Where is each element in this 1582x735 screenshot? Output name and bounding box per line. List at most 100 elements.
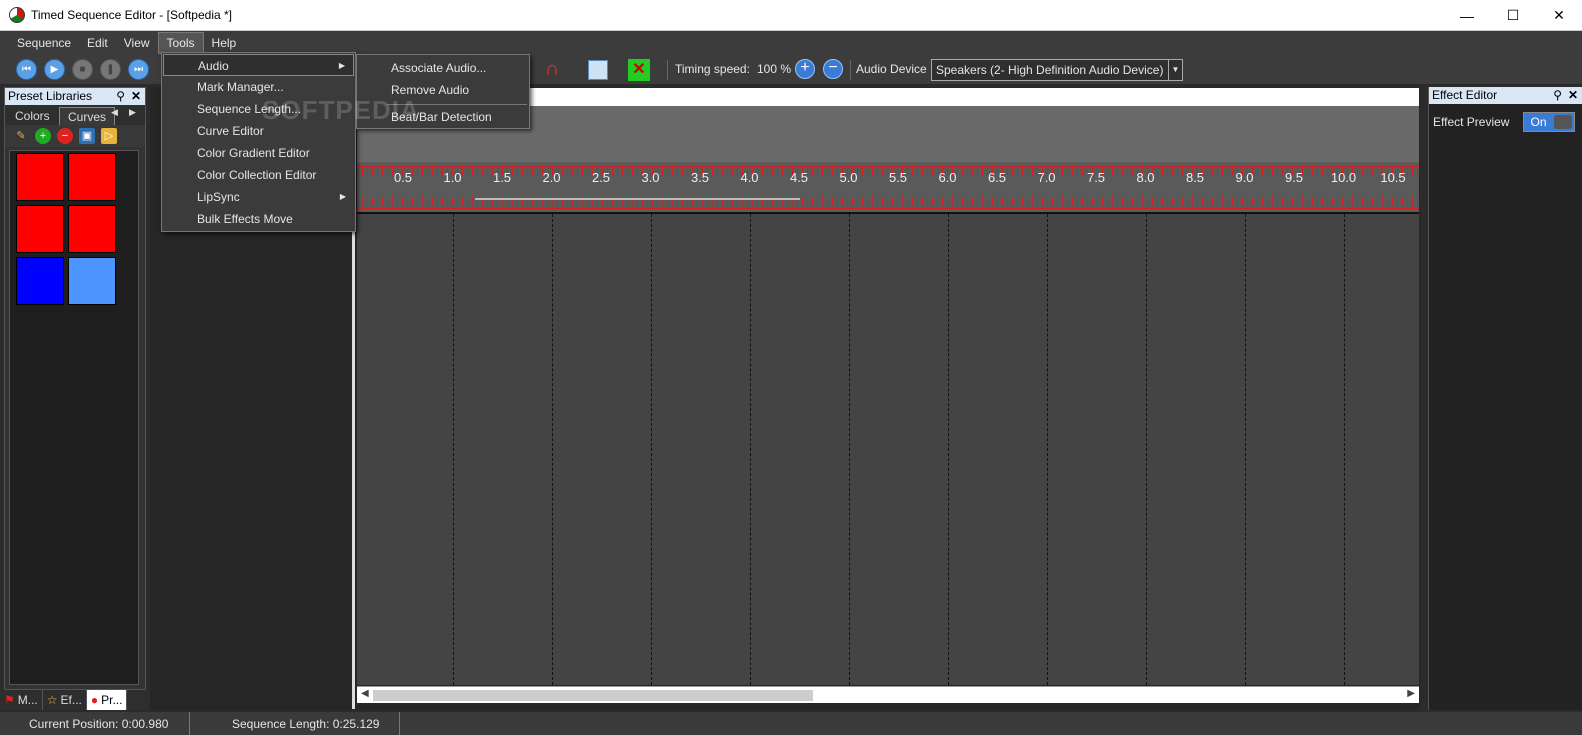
ruler-tick-label: 1.0 bbox=[443, 170, 462, 185]
color-swatch[interactable] bbox=[16, 257, 64, 305]
star-icon: ☆ bbox=[46, 693, 58, 707]
color-swatch[interactable] bbox=[68, 257, 116, 305]
grid-line bbox=[1343, 214, 1345, 685]
panel-header: Effect Editor ⚲ ✕ bbox=[1429, 87, 1582, 104]
watermark: SOFTPEDIA bbox=[262, 95, 420, 125]
color-swatch[interactable] bbox=[68, 205, 116, 253]
app-icon bbox=[9, 7, 25, 23]
menu-tools[interactable]: Tools bbox=[157, 31, 204, 54]
menu-help[interactable]: Help bbox=[204, 33, 245, 53]
grid-line bbox=[452, 214, 454, 685]
toolbar-separator bbox=[667, 60, 668, 80]
tab-effects[interactable]: ☆ Ef... bbox=[43, 690, 87, 710]
toggle-value: On bbox=[1530, 115, 1547, 129]
ruler-tick-label: 7.0 bbox=[1037, 170, 1056, 185]
ruler-tick-label: 4.0 bbox=[740, 170, 759, 185]
effect-preview-row: Effect Preview On bbox=[1429, 104, 1582, 140]
ruler-tick-label: 7.5 bbox=[1086, 170, 1106, 185]
grid-line bbox=[650, 214, 652, 685]
open-folder-icon[interactable]: ▷ bbox=[101, 128, 117, 144]
ruler-tick-label: 5.0 bbox=[839, 170, 858, 185]
render-cancel-icon[interactable]: ✕ bbox=[628, 59, 650, 81]
scroll-right-icon[interactable]: ▶ bbox=[1407, 688, 1415, 699]
menu-bar: Sequence Edit View Tools Help bbox=[0, 31, 1582, 54]
menu-item-lipsync[interactable]: LipSync ▶ bbox=[163, 186, 354, 208]
status-bar: Current Position: 0:00.980 Sequence Leng… bbox=[0, 712, 1582, 735]
ruler-tick-label: 2.0 bbox=[542, 170, 561, 185]
pin-icon[interactable]: ⚲ bbox=[1553, 87, 1562, 104]
ruler-tick-label: 0.5 bbox=[393, 170, 413, 185]
menu-item-color-gradient-editor[interactable]: Color Gradient Editor bbox=[163, 142, 354, 164]
tab-marks[interactable]: ⚑ M... bbox=[0, 690, 43, 710]
ruler-tick-label: 5.5 bbox=[888, 170, 908, 185]
tab-presets[interactable]: ● Pr... bbox=[86, 690, 128, 710]
add-icon[interactable]: + bbox=[35, 128, 51, 144]
effect-editor-panel: Effect Editor ⚲ ✕ Effect Preview On bbox=[1428, 87, 1582, 710]
minimize-icon[interactable]: — bbox=[1444, 0, 1490, 31]
tools-menu: Audio ▶ Mark Manager... Sequence Length..… bbox=[161, 52, 356, 232]
tab-colors[interactable]: Colors bbox=[7, 107, 58, 125]
color-swatch[interactable] bbox=[16, 153, 64, 201]
zoom-in-icon[interactable]: + bbox=[795, 59, 815, 79]
ruler-tick-label: 6.0 bbox=[938, 170, 957, 185]
tab-label: M... bbox=[17, 693, 38, 707]
grid-view-icon[interactable] bbox=[588, 60, 608, 80]
ruler-tick-label: 3.5 bbox=[690, 170, 710, 185]
window-title: Timed Sequence Editor - [Softpedia *] bbox=[31, 8, 232, 22]
preset-tabs: Colors Curves ◀ ▶ bbox=[5, 105, 145, 125]
close-icon[interactable]: ✕ bbox=[131, 88, 141, 105]
chevron-right-icon[interactable]: ▶ bbox=[129, 107, 136, 118]
close-icon[interactable]: ✕ bbox=[1536, 0, 1582, 31]
ruler-tick-label: 9.0 bbox=[1235, 170, 1254, 185]
menu-edit[interactable]: Edit bbox=[79, 33, 116, 53]
grid-line bbox=[848, 214, 850, 685]
grid-line bbox=[947, 214, 949, 685]
scroll-thumb[interactable] bbox=[373, 690, 813, 701]
menu-item-associate-audio[interactable]: Associate Audio... bbox=[357, 57, 529, 79]
menu-item-color-collection-editor[interactable]: Color Collection Editor bbox=[163, 164, 354, 186]
pause-icon[interactable]: ❚ bbox=[100, 59, 121, 80]
color-swatch[interactable] bbox=[16, 205, 64, 253]
effect-preview-label: Effect Preview bbox=[1433, 115, 1510, 129]
scroll-left-icon[interactable]: ◀ bbox=[361, 688, 369, 699]
ruler-tick-label: 8.0 bbox=[1136, 170, 1155, 185]
play-icon[interactable]: ▶ bbox=[44, 59, 65, 80]
ruler-tick-label: 8.5 bbox=[1185, 170, 1205, 185]
maximize-icon[interactable]: ☐ bbox=[1490, 0, 1536, 31]
ruler-line bbox=[357, 166, 1419, 167]
menu-item-audio[interactable]: Audio ▶ bbox=[163, 54, 354, 76]
app-icon: ● bbox=[90, 693, 99, 707]
remove-icon[interactable]: − bbox=[57, 128, 73, 144]
skip-end-icon[interactable]: ⏭ bbox=[128, 59, 149, 80]
chevron-down-icon[interactable]: ▼ bbox=[1168, 60, 1182, 80]
preset-libraries-panel: Preset Libraries ⚲ ✕ Colors Curves ◀ ▶ ✎… bbox=[4, 87, 146, 690]
effect-preview-toggle[interactable]: On bbox=[1523, 112, 1576, 132]
ruler-tick-label: 4.5 bbox=[789, 170, 809, 185]
rewind-icon[interactable]: ⏮ bbox=[16, 59, 37, 80]
close-icon[interactable]: ✕ bbox=[1568, 87, 1578, 104]
stop-icon[interactable]: ■ bbox=[72, 59, 93, 80]
zoom-out-icon[interactable]: − bbox=[823, 59, 843, 79]
ruler-tick-label: 2.5 bbox=[591, 170, 611, 185]
save-icon[interactable]: ▣ bbox=[79, 128, 95, 144]
grid-line bbox=[551, 214, 553, 685]
audio-device-select[interactable]: Speakers (2- High Definition Audio Devic… bbox=[931, 59, 1183, 81]
timeline[interactable]: 0.5 1.0 1.5 2.0 2.5 3.0 3.5 4.0 4.5 5.0 5.5 6.0 6.5 7… bbox=[357, 88, 1419, 685]
pencil-icon[interactable]: ✎ bbox=[13, 128, 29, 144]
timing-speed-label: Timing speed: bbox=[675, 62, 750, 76]
window-controls: — ☐ ✕ bbox=[1444, 0, 1582, 31]
menu-item-label: Audio bbox=[198, 59, 229, 73]
menu-sequence[interactable]: Sequence bbox=[9, 33, 79, 53]
grid-line bbox=[749, 214, 751, 685]
horizontal-scrollbar[interactable]: ◀ ▶ bbox=[357, 686, 1419, 703]
menu-item-bulk-effects-move[interactable]: Bulk Effects Move bbox=[163, 208, 354, 230]
menu-view[interactable]: View bbox=[116, 33, 158, 53]
grid-line bbox=[1046, 214, 1048, 685]
tab-curves[interactable]: Curves bbox=[59, 107, 116, 125]
pin-icon[interactable]: ⚲ bbox=[116, 88, 125, 105]
ruler-tick-label: 10.0 bbox=[1330, 170, 1357, 185]
chevron-left-icon[interactable]: ◀ bbox=[111, 107, 118, 118]
color-swatch[interactable] bbox=[68, 153, 116, 201]
drag-range-indicator bbox=[475, 198, 800, 200]
snap-magnet-icon[interactable]: ∩ bbox=[545, 58, 571, 82]
